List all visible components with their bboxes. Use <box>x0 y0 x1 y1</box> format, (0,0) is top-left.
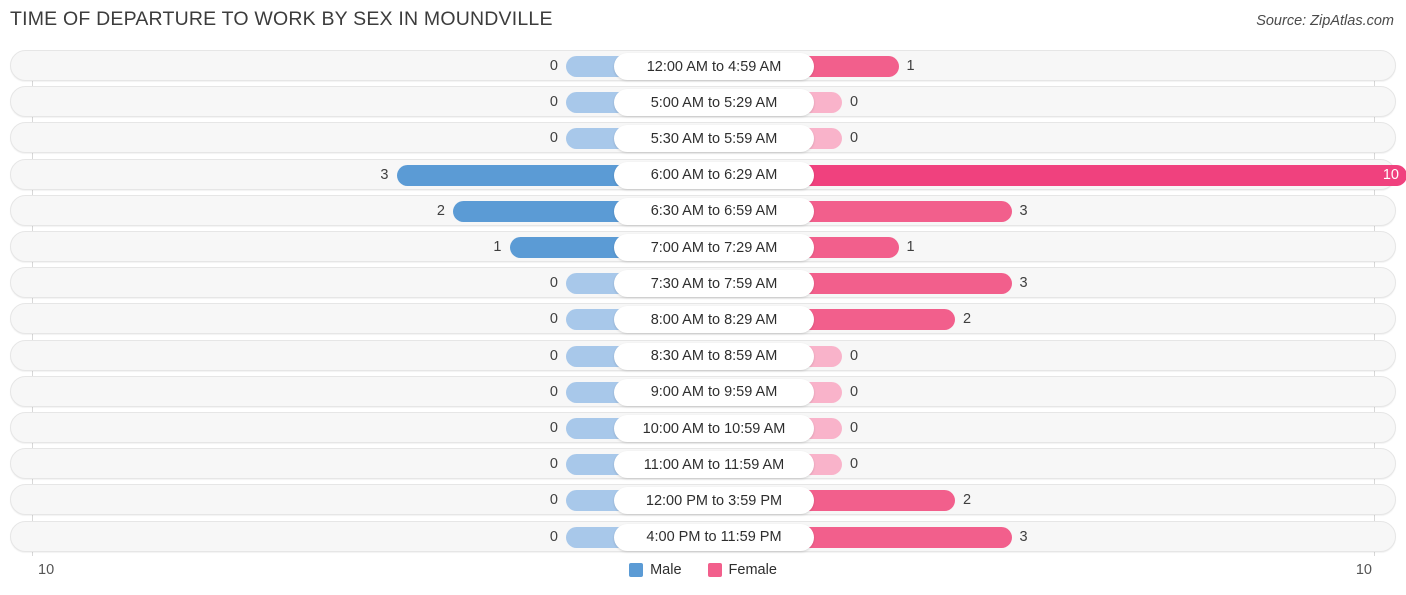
chart-row[interactable]: 0 3 7:30 AM to 7:59 AM <box>10 267 1396 299</box>
value-label-female: 0 <box>850 130 859 147</box>
category-label-pill: 6:30 AM to 6:59 AM <box>614 197 814 225</box>
category-label-pill: 11:00 AM to 11:59 AM <box>614 451 814 479</box>
legend-label-female: Female <box>728 562 777 578</box>
bar-male[interactable] <box>396 164 626 186</box>
value-label-female: 3 <box>1019 275 1028 292</box>
value-label-male: 0 <box>549 130 558 147</box>
category-label-text: 4:00 PM to 11:59 PM <box>646 529 782 546</box>
chart-row[interactable]: 0 0 11:00 AM to 11:59 AM <box>10 448 1396 480</box>
category-label-pill: 8:30 AM to 8:59 AM <box>614 342 814 370</box>
value-label-male: 0 <box>549 58 558 74</box>
category-label-text: 12:00 PM to 3:59 PM <box>645 492 783 509</box>
chart-row[interactable]: 2 3 6:30 AM to 6:59 AM <box>10 194 1396 226</box>
category-label-pill: 6:00 AM to 6:29 AM <box>614 161 814 189</box>
value-label-male: 0 <box>549 456 558 473</box>
chart-row[interactable]: 0 0 10:00 AM to 10:59 AM <box>10 412 1396 443</box>
category-label-text: 8:30 AM to 8:59 AM <box>650 348 778 365</box>
source-attribution: Source: ZipAtlas.com <box>1256 13 1394 29</box>
chart-plot-area: 0 1 12:00 AM to 4:59 AM 0 0 5:00 AM to 5:29 A… <box>0 50 1406 556</box>
bar-female[interactable] <box>782 273 1012 295</box>
category-label-text: 7:30 AM to 7:59 AM <box>650 275 778 292</box>
chart-row[interactable]: 0 2 8:00 AM to 8:29 AM <box>10 303 1396 335</box>
chart-row[interactable]: 0 0 5:00 AM to 5:29 AM <box>10 86 1396 118</box>
chart-row[interactable]: 0 1 12:00 AM to 4:59 AM <box>10 50 1396 81</box>
category-label-text: 9:00 AM to 9:59 AM <box>650 384 778 401</box>
value-label-female: 0 <box>850 347 859 364</box>
bar-female[interactable] <box>782 164 1406 186</box>
bar-female[interactable] <box>782 200 1012 222</box>
chart-row[interactable]: 0 2 12:00 PM to 3:59 PM <box>10 484 1396 516</box>
value-label-male: 0 <box>549 94 558 111</box>
category-label-pill: 7:30 AM to 7:59 AM <box>614 270 814 298</box>
chart-legend: Male Female <box>0 562 1406 578</box>
category-label-text: 8:00 AM to 8:29 AM <box>650 311 778 328</box>
chart-row[interactable]: 0 0 8:30 AM to 8:59 AM <box>10 339 1396 371</box>
category-label-text: 5:30 AM to 5:59 AM <box>650 130 778 147</box>
value-label-female: 1 <box>906 239 915 255</box>
legend-item-female[interactable]: Female <box>707 562 777 578</box>
legend-label-male: Male <box>650 562 682 578</box>
value-label-female: 2 <box>963 492 972 509</box>
value-label-female: 0 <box>850 420 859 436</box>
chart-root: TIME OF DEPARTURE TO WORK BY SEX IN MOUN… <box>0 0 1406 595</box>
value-label-male: 0 <box>549 383 558 400</box>
page-title: TIME OF DEPARTURE TO WORK BY SEX IN MOUN… <box>10 8 553 30</box>
category-label-text: 6:00 AM to 6:29 AM <box>650 167 778 184</box>
value-label-female: 0 <box>850 383 859 400</box>
value-label-male: 1 <box>493 239 502 255</box>
value-label-female: 0 <box>850 456 859 473</box>
value-label-female: 10 <box>1382 166 1399 183</box>
legend-item-male[interactable]: Male <box>629 562 682 578</box>
bar-female[interactable] <box>782 526 1012 548</box>
category-label-pill: 5:00 AM to 5:29 AM <box>614 89 814 117</box>
category-label-pill: 4:00 PM to 11:59 PM <box>614 523 814 551</box>
category-label-text: 10:00 AM to 10:59 AM <box>642 420 786 437</box>
category-label-pill: 12:00 AM to 4:59 AM <box>614 53 814 80</box>
value-label-male: 3 <box>380 166 389 183</box>
chart-row[interactable]: 0 3 4:00 PM to 11:59 PM <box>10 520 1396 552</box>
category-label-text: 12:00 AM to 4:59 AM <box>646 58 782 75</box>
category-label-pill: 7:00 AM to 7:29 AM <box>614 234 814 261</box>
legend-swatch-female-icon <box>707 563 722 577</box>
category-label-pill: 10:00 AM to 10:59 AM <box>614 415 814 442</box>
bar-male[interactable] <box>453 200 626 222</box>
legend-swatch-male-icon <box>629 563 644 577</box>
chart-row[interactable]: 1 1 7:00 AM to 7:29 AM <box>10 231 1396 262</box>
value-label-female: 3 <box>1019 202 1028 219</box>
chart-footer: 10 10 Male Female <box>0 556 1406 595</box>
bar-male[interactable] <box>509 237 626 258</box>
category-label-pill: 5:30 AM to 5:59 AM <box>614 125 814 153</box>
value-label-male: 0 <box>549 420 558 436</box>
category-label-text: 5:00 AM to 5:29 AM <box>650 94 778 111</box>
value-label-male: 0 <box>549 311 558 328</box>
category-label-pill: 8:00 AM to 8:29 AM <box>614 306 814 334</box>
category-label-pill: 9:00 AM to 9:59 AM <box>614 378 814 406</box>
value-label-female: 0 <box>850 94 859 111</box>
category-label-text: 6:30 AM to 6:59 AM <box>650 203 778 220</box>
value-label-male: 0 <box>549 528 558 545</box>
value-label-male: 0 <box>549 492 558 509</box>
value-label-male: 0 <box>549 275 558 292</box>
chart-row[interactable]: 3 10 6:00 AM to 6:29 AM <box>10 158 1406 190</box>
chart-row[interactable]: 0 0 5:30 AM to 5:59 AM <box>10 122 1396 154</box>
category-label-text: 7:00 AM to 7:29 AM <box>650 239 778 256</box>
value-label-female: 2 <box>963 311 972 328</box>
value-label-male: 0 <box>549 347 558 364</box>
chart-row[interactable]: 0 0 9:00 AM to 9:59 AM <box>10 375 1396 407</box>
category-label-pill: 12:00 PM to 3:59 PM <box>614 487 814 515</box>
value-label-female: 1 <box>906 58 915 74</box>
value-label-female: 3 <box>1019 528 1028 545</box>
category-label-text: 11:00 AM to 11:59 AM <box>643 456 785 473</box>
value-label-male: 2 <box>436 202 445 219</box>
